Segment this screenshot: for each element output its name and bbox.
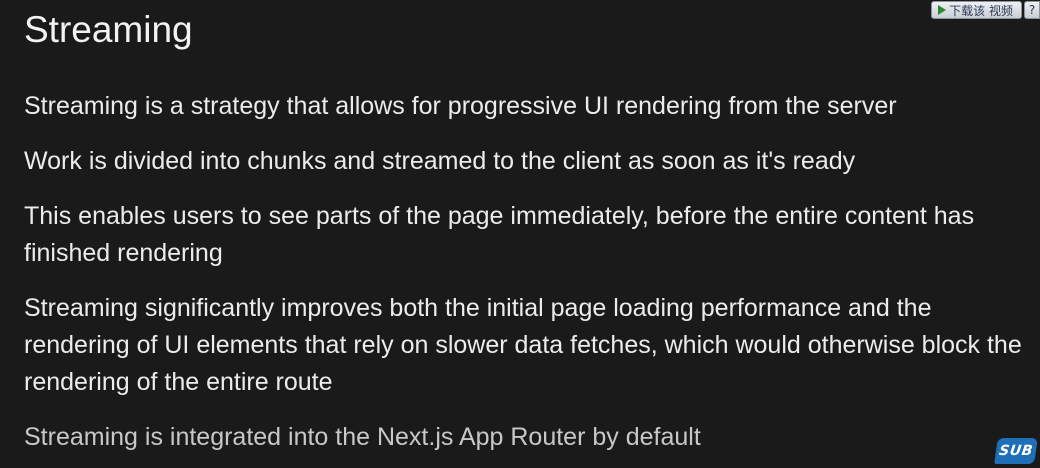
slide-title: Streaming [24,9,193,50]
help-button[interactable]: ? [1024,1,1040,19]
subtitle-badge[interactable]: SUB [994,438,1038,464]
bullet-item: Streaming is a strategy that allows for … [24,92,897,120]
slide: Streaming Streaming is a strategy that a… [0,0,1040,468]
download-video-button[interactable]: 下载该 视频 [931,1,1022,19]
bullet-item: Streaming significantly improves both th… [24,294,1022,396]
bullet-item: Streaming is integrated into the Next.js… [24,423,701,451]
bullet-item: This enables users to see parts of the p… [24,202,975,267]
download-toolbar: 下载该 视频 ? [931,0,1040,20]
play-icon [938,5,947,15]
bullet-item: Work is divided into chunks and streamed… [24,147,856,175]
bullet-list: Streaming is a strategy that allows for … [24,88,1024,468]
download-video-label: 下载该 视频 [949,3,1013,18]
